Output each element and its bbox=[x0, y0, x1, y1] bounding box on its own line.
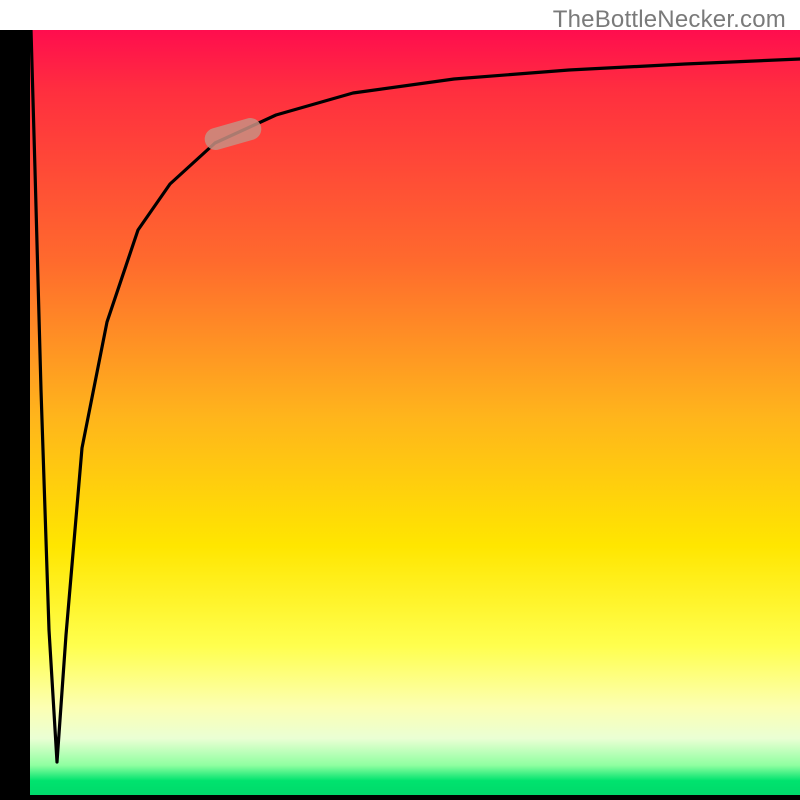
bottleneck-curve bbox=[31, 30, 800, 762]
plot-area bbox=[30, 30, 800, 800]
x-axis-frame bbox=[0, 795, 800, 800]
chart-container: TheBottleNecker.com bbox=[0, 0, 800, 800]
y-axis-frame bbox=[0, 30, 30, 800]
curve-layer bbox=[30, 30, 800, 800]
curve-marker bbox=[202, 115, 264, 152]
